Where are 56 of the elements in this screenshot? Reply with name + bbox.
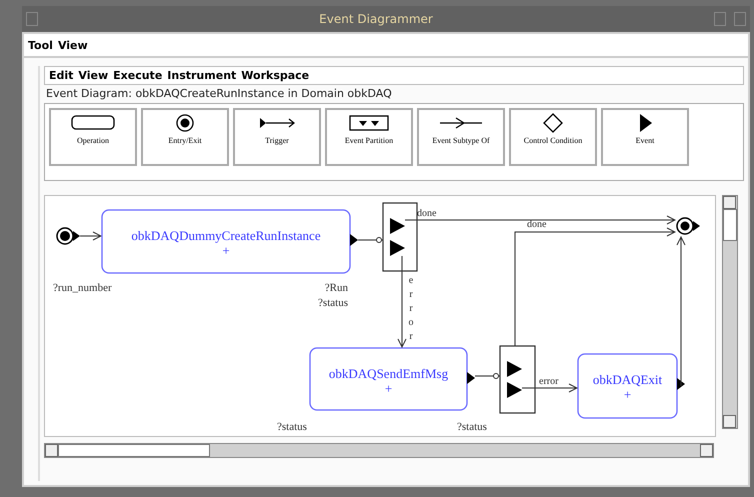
connector [358, 237, 384, 243]
connector [474, 373, 500, 379]
output-triangle-icon [677, 378, 685, 390]
flow-label: done [417, 208, 436, 219]
parameter-label: ?status [318, 297, 348, 309]
event-triangle-icon [390, 218, 405, 234]
event-triangle-icon [390, 240, 405, 256]
operation-name: obkDAQSendEmfMsg [328, 366, 448, 381]
palette-button[interactable]: Trigger [233, 108, 321, 166]
flow-arrow [522, 384, 578, 392]
output-triangle-icon [467, 372, 475, 384]
horizontal-scrollbar[interactable] [44, 443, 714, 458]
operation-name: obkDAQDummyCreateRunInstance [131, 228, 321, 243]
palette-button[interactable]: Operation [49, 108, 137, 166]
plus-marker: + [384, 381, 392, 396]
menu-item[interactable]: View [78, 69, 108, 82]
triangle-icon [640, 114, 652, 132]
palette-button[interactable]: Entry/Exit [141, 108, 229, 166]
flow-label: error [539, 376, 558, 387]
target-circle-icon [176, 114, 194, 132]
subtype-arrow-icon [439, 117, 483, 129]
operation-node[interactable] [101, 209, 351, 274]
exit-node[interactable] [676, 217, 700, 235]
menu-item[interactable]: Tool [28, 38, 53, 52]
diamond-icon [543, 113, 563, 133]
arrow-icon [260, 118, 295, 128]
menu-item[interactable]: View [58, 38, 88, 52]
flow-arrow [80, 232, 102, 240]
plus-marker: + [222, 243, 230, 258]
operation-name: obkDAQExit [592, 372, 662, 387]
menu-item[interactable]: Workspace [241, 69, 310, 82]
partition-icon [349, 115, 389, 131]
operation-node[interactable] [577, 353, 678, 419]
window-title: Event Diagrammer [318, 12, 434, 26]
flow-label: done [527, 219, 546, 230]
palette-button[interactable]: Event [601, 108, 689, 166]
plus-marker: + [624, 387, 632, 402]
palette-button[interactable]: Event Partition [325, 108, 413, 166]
rounded-rectangle-icon [71, 115, 115, 130]
parameter-label: ?status [277, 421, 307, 433]
vertical-scrollbar[interactable] [722, 195, 738, 429]
palette-button[interactable]: Event Subtype Of [417, 108, 505, 166]
palette-button[interactable]: Control Condition [509, 108, 597, 166]
output-triangle-icon [350, 234, 358, 246]
event-triangle-icon [507, 382, 522, 398]
flow-label: error [408, 275, 414, 342]
event-triangle-icon [507, 361, 522, 377]
parameter-label: ?run_number [53, 282, 112, 294]
diagram-title: Event Diagram: obkDAQCreateRunInstance in Domain obkDAQ [45, 86, 393, 102]
menu-item[interactable]: Edit [49, 69, 74, 82]
menu-item[interactable]: Instrument [167, 69, 236, 82]
menu-item[interactable]: Execute [113, 69, 162, 82]
operation-node[interactable] [309, 347, 468, 411]
parameter-label: ?status [457, 421, 487, 433]
parameter-label: ?Run [324, 282, 348, 294]
entry-node[interactable] [56, 227, 80, 245]
